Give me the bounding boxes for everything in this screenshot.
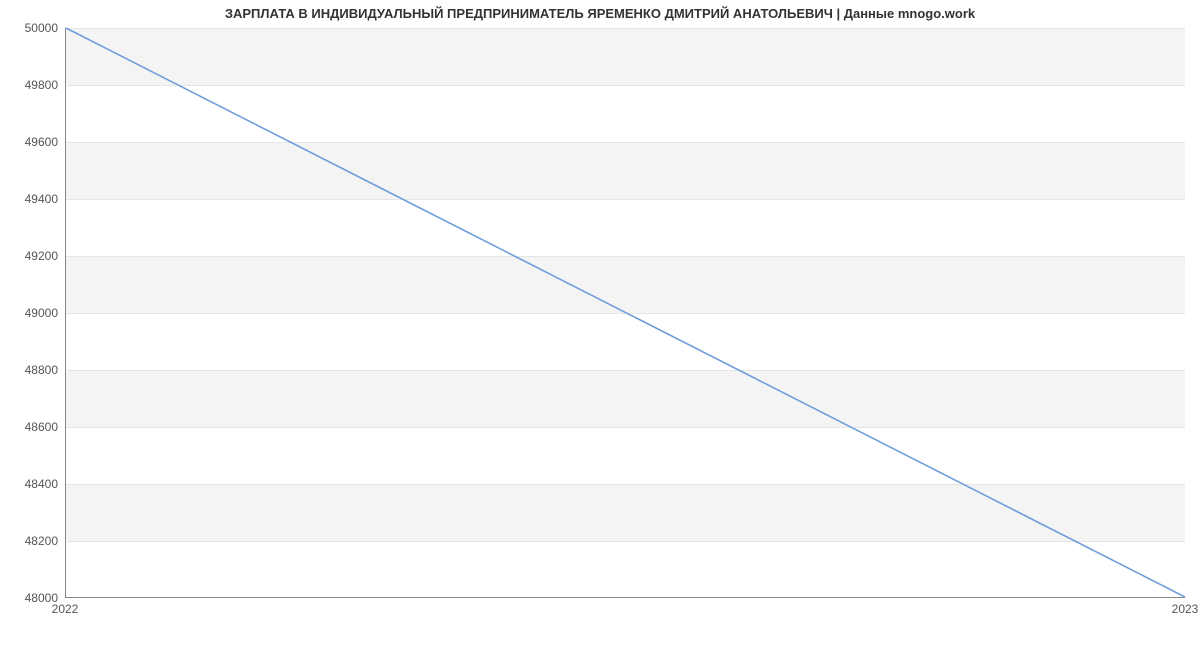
y-tick-label: 49400 (8, 192, 58, 206)
y-tick-label: 48000 (8, 591, 58, 605)
y-tick-label: 48200 (8, 534, 58, 548)
y-tick-label: 49200 (8, 249, 58, 263)
data-line (66, 28, 1185, 597)
x-tick-label: 2022 (52, 602, 79, 616)
y-tick-label: 49800 (8, 78, 58, 92)
y-tick-label: 49000 (8, 306, 58, 320)
y-tick-label: 50000 (8, 21, 58, 35)
plot-area (65, 28, 1185, 598)
chart-title: ЗАРПЛАТА В ИНДИВИДУАЛЬНЫЙ ПРЕДПРИНИМАТЕЛ… (0, 6, 1200, 21)
y-tick-label: 48800 (8, 363, 58, 377)
y-tick-label: 48400 (8, 477, 58, 491)
chart-container: ЗАРПЛАТА В ИНДИВИДУАЛЬНЫЙ ПРЕДПРИНИМАТЕЛ… (0, 0, 1200, 650)
x-tick-label: 2023 (1172, 602, 1199, 616)
y-tick-label: 49600 (8, 135, 58, 149)
y-tick-label: 48600 (8, 420, 58, 434)
line-layer (66, 28, 1185, 597)
